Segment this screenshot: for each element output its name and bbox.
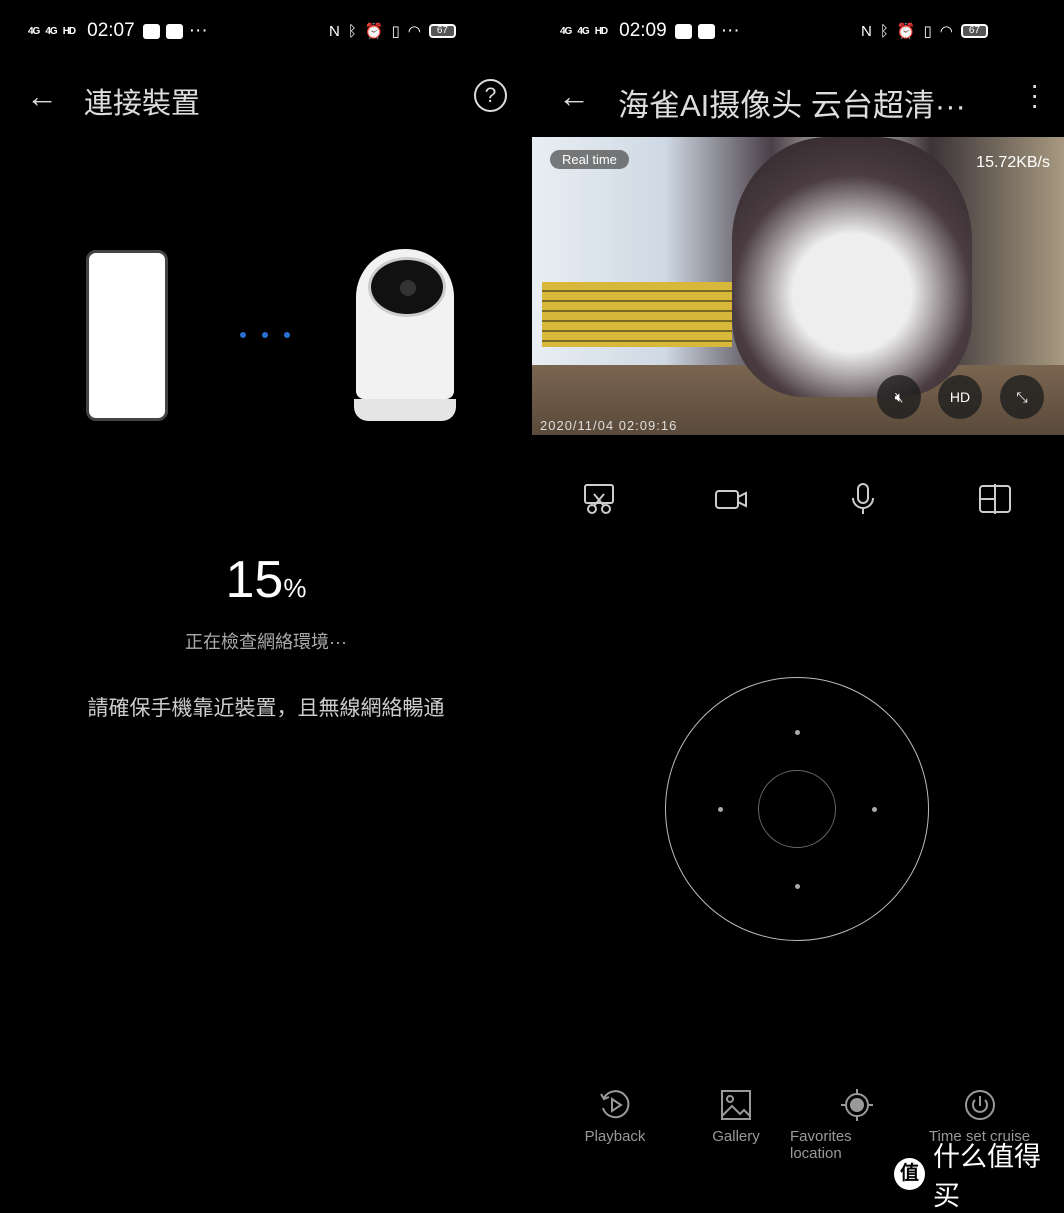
clock: 02:09 [619, 20, 667, 41]
realtime-badge: Real time [550, 150, 629, 169]
hd-button[interactable]: HD [938, 375, 982, 419]
mute-icon: 🔇︎ [894, 389, 904, 405]
alarm-icon: ⏰ [364, 23, 384, 40]
microphone-button[interactable] [846, 482, 880, 516]
wifi-icon: ◠ [407, 23, 421, 40]
battery-icon: 67 [960, 24, 988, 38]
progress-percent: 15% [225, 551, 307, 609]
help-button[interactable]: ? [474, 79, 507, 112]
vibrate-icon: ▯ [923, 23, 932, 40]
watermark-logo: 值什么值得买 [894, 1135, 1064, 1213]
back-button[interactable]: ← [558, 78, 590, 115]
status-bar: 4G 4G HD 02:09 ··· N ᛒ ⏰ ▯ ◠ 67 [560, 18, 988, 44]
more-notifications-icon: ··· [188, 20, 208, 41]
video-timestamp: 2020/11/04 02:09:16 [540, 418, 678, 433]
hd-voice-icon: HD [62, 25, 76, 37]
screenshot-button[interactable] [582, 482, 616, 516]
notification-icon [697, 23, 715, 39]
pan-right-dot[interactable] [872, 807, 877, 812]
nfc-icon: N [860, 22, 872, 40]
hd-voice-icon: HD [594, 25, 608, 37]
notification-icon [674, 23, 692, 39]
wifi-icon: ◠ [939, 23, 953, 40]
bitrate: 15.72KB/s [976, 154, 1050, 171]
live-video[interactable]: Real time 15.72KB/s 2020/11/04 02:09:16 … [532, 137, 1064, 435]
mute-button[interactable]: 🔇︎ [877, 375, 921, 419]
gallery-icon [721, 1090, 751, 1120]
record-button[interactable] [714, 482, 748, 516]
bluetooth-icon: ᛒ [879, 22, 889, 40]
timer-icon [964, 1090, 995, 1120]
device-title: 海雀AI摄像头 云台超清··· [618, 88, 966, 123]
fullscreen-icon: ⤡ [1016, 389, 1028, 405]
page-title: 連接裝置 [84, 88, 201, 120]
more-menu-button[interactable]: · · · [1030, 71, 1039, 119]
fullscreen-button[interactable]: ⤡ [1000, 375, 1044, 419]
clock: 02:07 [87, 20, 135, 41]
signal-icon: 4G [577, 25, 589, 37]
location-target-icon [841, 1089, 873, 1121]
notification-icon [165, 23, 183, 39]
pan-down-dot[interactable] [795, 884, 800, 889]
notification-icon [142, 23, 160, 39]
nfc-icon: N [328, 22, 340, 40]
bluetooth-icon: ᛒ [347, 22, 357, 40]
back-button[interactable]: ← [26, 78, 58, 115]
phone-illustration [86, 250, 168, 421]
playback-icon [600, 1090, 630, 1119]
connecting-dots [240, 332, 290, 338]
split-view-button[interactable] [978, 482, 1012, 516]
pan-left-dot[interactable] [718, 807, 723, 812]
connect-device-screen: 4G 4G HD 02:07 ··· N ᛒ ⏰ ▯ ◠ 67 ← 連接裝置 ? 15% … [0, 0, 532, 1180]
camera-live-screen: 4G 4G HD 02:09 ··· N ᛒ ⏰ ▯ ◠ 67 ← 海雀AI摄像头 云台超… [532, 0, 1064, 1211]
gallery-button[interactable]: Gallery [681, 1088, 791, 1145]
ptz-joystick[interactable] [665, 677, 929, 941]
vibrate-icon: ▯ [391, 23, 400, 40]
status-text: 正在檢查網絡環境··· [185, 632, 347, 652]
camera-illustration [354, 249, 456, 421]
signal-icon: 4G [560, 25, 572, 37]
signal-icon: 4G [28, 25, 40, 37]
joystick-center[interactable] [758, 770, 836, 848]
signal-icon: 4G [45, 25, 57, 37]
playback-button[interactable]: Playback [560, 1088, 670, 1145]
pan-up-dot[interactable] [795, 730, 800, 735]
battery-icon: 67 [428, 24, 456, 38]
favorites-location-button[interactable]: Favorites location [790, 1088, 873, 1162]
status-bar: 4G 4G HD 02:07 ··· N ᛒ ⏰ ▯ ◠ 67 [28, 18, 456, 44]
hint-text: 請確保手機靠近裝置，且無線網絡暢通 [87, 697, 445, 720]
alarm-icon: ⏰ [896, 23, 916, 40]
more-notifications-icon: ··· [720, 20, 740, 41]
